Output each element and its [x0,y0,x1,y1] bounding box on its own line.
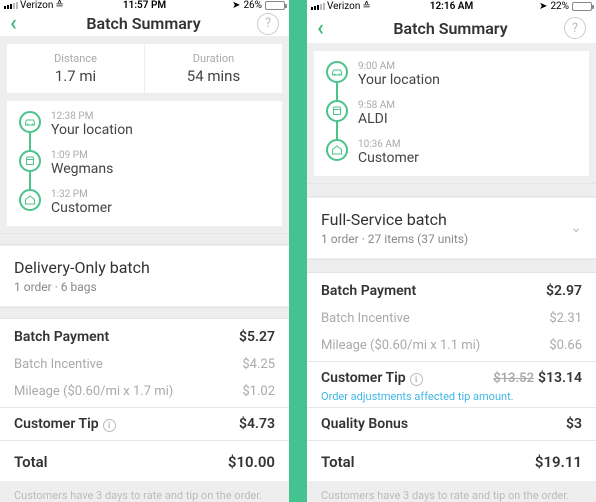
batch-payment-label: Batch Payment [14,329,109,345]
footer-note: Customers have 3 days to rate and tip on… [0,481,289,502]
nav-bar: ‹ Batch Summary ? [307,14,596,44]
total-value: $10.00 [228,453,275,471]
battery-icon [572,2,592,11]
info-icon[interactable]: i [410,373,423,386]
carrier-label: Verizon [20,0,53,11]
signal-icon [311,3,325,10]
batch-payment-value: $2.97 [546,283,582,299]
tip-note: Order adjustments affected tip amount. [321,390,582,403]
battery-pct: 22% [550,1,569,12]
bonus-label: Quality Bonus [321,416,408,432]
timeline-label: Customer [51,200,112,216]
incentive-label: Batch Incentive [14,357,103,372]
signal-icon [4,2,18,9]
payment-card: Batch Payment $2.97 Batch Incentive $2.3… [307,273,596,481]
incentive-label: Batch Incentive [321,311,410,326]
stats-card: Distance 1.7 mi Duration 54 mins [6,43,283,94]
tip-value: $4.73 [239,416,275,432]
tip-value: $13.52$13.14 [493,370,582,386]
timeline-time: 12:38 PM [51,111,133,122]
battery-pct: 26% [243,0,262,11]
timeline-label: Your location [51,122,133,138]
timeline-time: 10:36 AM [358,139,419,150]
timeline-time: 1:32 PM [51,189,112,200]
nav-bar: ‹ Batch Summary ? [0,11,289,37]
timeline-time: 1:09 PM [51,150,113,161]
phone-right: Verizon ≙ 12:16 AM ➤ 22% ‹ Batch Summary… [307,0,596,502]
status-bar: Verizon ≙ 11:57 PM ➤ 26% [0,0,289,11]
timeline-label: Customer [358,150,419,166]
wifi-icon: ≙ [362,1,370,12]
mileage-label: Mileage ($0.60/mi x 1.7 mi) [14,384,173,399]
store-icon [326,100,348,122]
tip-label: Customer Tipi [321,370,423,386]
tip-label: Customer Tipi [14,416,116,432]
help-button[interactable]: ? [564,17,586,39]
batch-type-card[interactable]: Full-Service batch 1 order · 27 items (3… [307,197,596,259]
incentive-value: $2.31 [549,311,582,326]
timeline-label: ALDI [358,111,395,127]
timeline-time: 9:58 AM [358,100,395,111]
help-button[interactable]: ? [257,13,279,35]
location-icon: ➤ [232,0,240,11]
timeline-card: 9:00 AM Your location 9:58 AM ALDI 10:36… [313,50,590,177]
mileage-value: $0.66 [549,338,582,353]
page-title: Batch Summary [337,19,564,38]
car-icon [326,61,348,83]
home-icon [19,189,41,211]
mileage-value: $1.02 [242,384,275,399]
total-value: $19.11 [535,453,582,471]
timeline-card: 12:38 PM Your location 1:09 PM Wegmans 1… [6,100,283,227]
carrier-label: Verizon [327,1,360,12]
incentive-value: $4.25 [242,357,275,372]
batch-type-sub: 1 order · 6 bags [14,280,150,294]
duration-value: 54 mins [145,67,282,85]
clock: 12:16 AM [405,1,499,12]
chevron-down-icon: ⌄ [570,220,582,236]
batch-type-title: Delivery-Only batch [14,258,150,277]
back-button[interactable]: ‹ [10,11,30,36]
batch-type-card[interactable]: Delivery-Only batch 1 order · 6 bags [0,245,289,307]
page-title: Batch Summary [30,14,257,33]
timeline-label: Your location [358,72,440,88]
battery-icon [265,1,285,10]
bonus-value: $3 [566,416,582,432]
batch-payment-value: $5.27 [239,329,275,345]
duration-label: Duration [145,52,282,65]
phone-left: Verizon ≙ 11:57 PM ➤ 26% ‹ Batch Summary… [0,0,289,502]
total-label: Total [321,453,355,471]
mileage-label: Mileage ($0.60/mi x 1.1 mi) [321,338,480,353]
footer-note: Customers have 3 days to rate and tip on… [307,481,596,502]
status-bar: Verizon ≙ 12:16 AM ➤ 22% [307,0,596,14]
distance-value: 1.7 mi [7,67,144,85]
clock: 11:57 PM [98,0,192,11]
info-icon[interactable]: i [103,419,116,432]
timeline-time: 9:00 AM [358,61,440,72]
home-icon [326,139,348,161]
car-icon [19,111,41,133]
back-button[interactable]: ‹ [317,16,337,41]
store-icon [19,150,41,172]
distance-label: Distance [7,52,144,65]
batch-type-title: Full-Service batch [321,210,468,229]
location-icon: ➤ [539,1,547,12]
timeline-label: Wegmans [51,161,113,177]
wifi-icon: ≙ [55,0,63,11]
payment-card: Batch Payment $5.27 Batch Incentive $4.2… [0,319,289,481]
batch-type-sub: 1 order · 27 items (37 units) [321,232,468,246]
batch-payment-label: Batch Payment [321,283,416,299]
total-label: Total [14,453,48,471]
